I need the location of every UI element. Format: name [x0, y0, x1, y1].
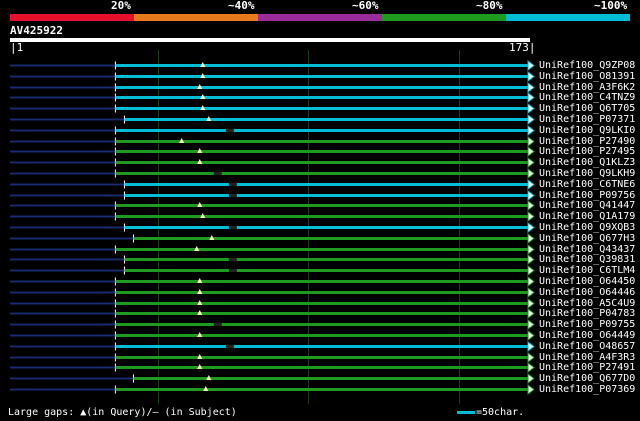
legend-percent-label: ~80%: [476, 0, 503, 12]
scale-label: =50char.: [476, 407, 525, 418]
gap-legend: Large gaps: ▲(in Query)/– (in Subject): [8, 407, 237, 418]
hit-arrow-icon: [527, 157, 535, 168]
hit-arrow-icon: [527, 341, 535, 352]
hit-arrow-icon: [527, 265, 535, 276]
scale-swatch: [457, 410, 475, 414]
hit-arrow-icon: [527, 308, 535, 319]
hit-arrow-icon: [527, 136, 535, 147]
hit-label[interactable]: UniRef100_O48657: [539, 341, 635, 352]
hit-label[interactable]: UniRef100_P07369: [539, 384, 635, 395]
hit-arrow-icon: [527, 190, 535, 201]
hit-arrow-icon: [527, 103, 535, 114]
hit-label[interactable]: UniRef100_Q1A179: [539, 211, 635, 222]
hit-arrow-icon: [527, 71, 535, 82]
hit-arrow-icon: [527, 276, 535, 287]
hit-arrow-icon: [527, 352, 535, 363]
hit-label[interactable]: UniRef100_Q9LKH9: [539, 168, 635, 179]
hit-label[interactable]: UniRef100_C6TNE6: [539, 179, 635, 190]
scale-legend: =50char.: [457, 407, 524, 419]
hit-label[interactable]: UniRef100_O64446: [539, 287, 635, 298]
hit-label[interactable]: UniRef100_C4TNZ9: [539, 92, 635, 103]
hit-label[interactable]: UniRef100_P04783: [539, 308, 635, 319]
hit-arrow-icon: [527, 319, 535, 330]
hit-label[interactable]: UniRef100_C6TLM4: [539, 265, 635, 276]
legend-percent-label: 20%: [111, 0, 131, 12]
hit-arrow-icon: [527, 384, 535, 395]
hit-arrow-icon: [527, 233, 535, 244]
legend-percent-label: ~60%: [352, 0, 379, 12]
hit-arrow-icon: [527, 168, 535, 179]
hit-arrow-icon: [527, 373, 535, 384]
hit-label[interactable]: UniRef100_Q9ZP08: [539, 60, 635, 71]
legend-percent-label: ~40%: [228, 0, 255, 12]
hit-label[interactable]: UniRef100_P27495: [539, 146, 635, 157]
hit-label[interactable]: UniRef100_O81391: [539, 71, 635, 82]
hit-arrow-icon: [527, 125, 535, 136]
hit-label[interactable]: UniRef100_P27491: [539, 362, 635, 373]
hit-arrow-icon: [527, 60, 535, 71]
hit-arrow-icon: [527, 179, 535, 190]
hit-label[interactable]: UniRef100_Q677D0: [539, 373, 635, 384]
hit-arrow-icon: [527, 92, 535, 103]
legend-percent-label: ~100%: [594, 0, 628, 12]
hit-arrow-icon: [527, 146, 535, 157]
hit-label[interactable]: UniRef100_Q677H3: [539, 233, 635, 244]
hit-arrow-icon: [527, 200, 535, 211]
hit-label[interactable]: UniRef100_Q39831: [539, 254, 635, 265]
hit-arrow-icon: [527, 211, 535, 222]
hit-label[interactable]: UniRef100_Q9LKI0: [539, 125, 635, 136]
hit-arrow-icon: [527, 114, 535, 125]
hit-arrow-icon: [527, 244, 535, 255]
hit-label[interactable]: UniRef100_P09755: [539, 319, 635, 330]
hit-arrow-icon: [527, 362, 535, 373]
hit-arrow-icon: [527, 222, 535, 233]
hit-label[interactable]: UniRef100_O64450: [539, 276, 635, 287]
hit-label[interactable]: UniRef100_Q6T705: [539, 103, 635, 114]
hit-arrow-icon: [527, 254, 535, 265]
hit-label[interactable]: UniRef100_P07371: [539, 114, 635, 125]
hit-arrow-icon: [527, 330, 535, 341]
hit-label[interactable]: UniRef100_Q41447: [539, 200, 635, 211]
hit-arrow-icon: [527, 287, 535, 298]
hit-label[interactable]: UniRef100_Q9XQB3: [539, 222, 635, 233]
hit-label[interactable]: UniRef100_Q1KLZ3: [539, 157, 635, 168]
hit-label[interactable]: UniRef100_O64449: [539, 330, 635, 341]
hit-arrow-icon: [527, 82, 535, 93]
hit-arrow-icon: [527, 298, 535, 309]
